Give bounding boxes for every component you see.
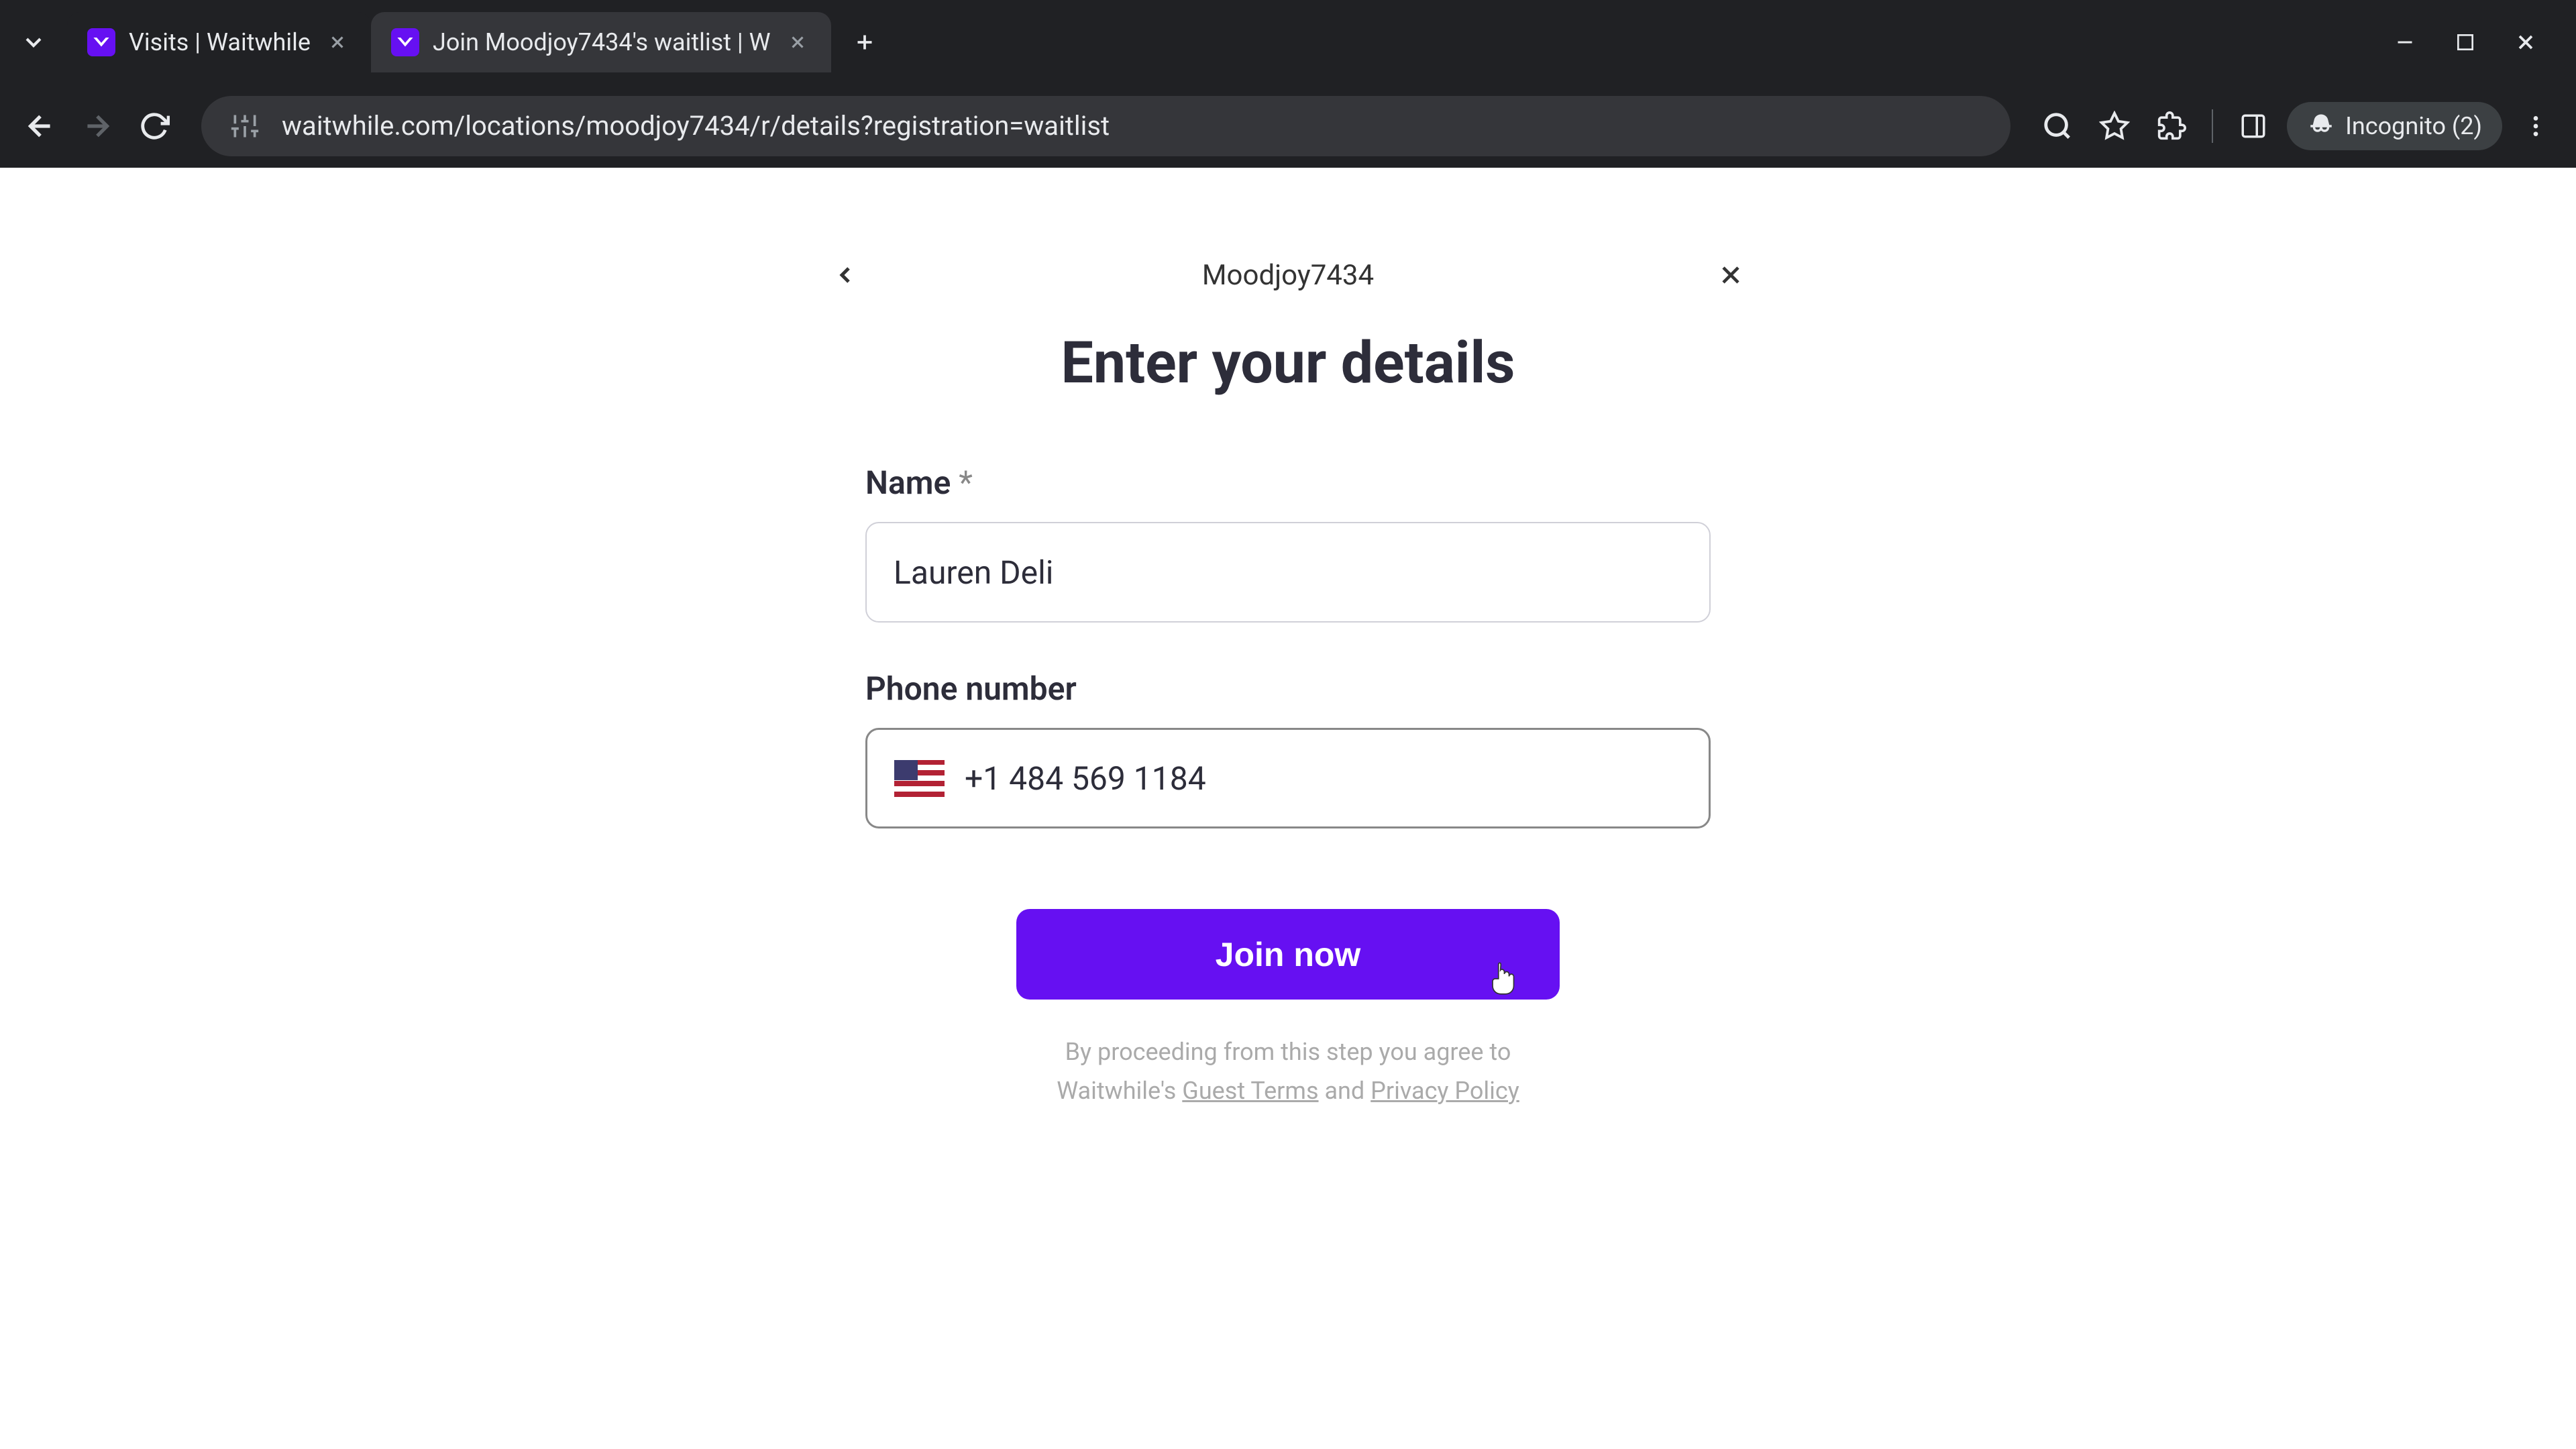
form-close-button[interactable] (1711, 255, 1751, 295)
page-title: Enter your details (812, 329, 1764, 396)
phone-input[interactable] (965, 759, 1682, 798)
close-icon (327, 32, 347, 52)
search-icon (2042, 111, 2073, 142)
location-name: Moodjoy7434 (1202, 259, 1374, 292)
tab-search-dropdown[interactable] (13, 22, 54, 62)
tab-title: Visits | Waitwhile (129, 28, 311, 56)
url-text: waitwhile.com/locations/moodjoy7434/r/de… (282, 110, 1984, 142)
phone-label: Phone number (865, 669, 1711, 708)
bookmark-button[interactable] (2091, 103, 2138, 150)
tune-icon (230, 111, 260, 141)
extension-icon (2157, 111, 2186, 141)
reload-button[interactable] (131, 103, 178, 150)
star-icon (2099, 111, 2130, 142)
chevron-down-icon (20, 29, 47, 56)
join-now-button[interactable]: Join now (1016, 909, 1560, 1000)
arrow-right-icon (80, 109, 114, 143)
favicon-icon (391, 28, 419, 56)
side-panel-button[interactable] (2230, 103, 2277, 150)
page-content: Moodjoy7434 Enter your details Name * Ph… (0, 168, 2576, 1449)
side-panel-icon (2239, 112, 2267, 140)
name-label: Name * (865, 464, 1711, 502)
site-settings-button[interactable] (228, 109, 262, 143)
tab-visits[interactable]: Visits | Waitwhile (67, 12, 371, 72)
form-header: Moodjoy7434 (812, 255, 1764, 295)
forward-button[interactable] (74, 103, 121, 150)
plus-icon (853, 30, 877, 54)
minimize-button[interactable] (2388, 25, 2422, 59)
minimize-icon (2393, 30, 2417, 54)
maximize-button[interactable] (2449, 25, 2482, 59)
more-vert-icon (2522, 113, 2549, 140)
address-bar[interactable]: waitwhile.com/locations/moodjoy7434/r/de… (201, 96, 2010, 156)
browser-chrome: Visits | Waitwhile Join Moodjoy7434's wa… (0, 0, 2576, 168)
cursor-pointer-icon (1488, 961, 1516, 996)
phone-input-wrapper[interactable] (865, 728, 1711, 828)
terms-text: By proceeding from this step you agree t… (865, 1033, 1711, 1110)
guest-terms-link[interactable]: Guest Terms (1182, 1077, 1318, 1105)
tab-close-button[interactable] (324, 29, 351, 56)
incognito-badge[interactable]: Incognito (2) (2287, 102, 2502, 150)
extensions-button[interactable] (2148, 103, 2195, 150)
close-window-button[interactable] (2509, 25, 2542, 59)
tab-title: Join Moodjoy7434's waitlist | W (433, 28, 771, 56)
close-icon (1716, 260, 1746, 290)
zoom-button[interactable] (2034, 103, 2081, 150)
form-container: Moodjoy7434 Enter your details Name * Ph… (812, 255, 1764, 1110)
form-fields: Name * Phone number (865, 464, 1711, 1110)
privacy-policy-link[interactable]: Privacy Policy (1371, 1077, 1519, 1105)
incognito-icon (2307, 112, 2335, 140)
tab-bar: Visits | Waitwhile Join Moodjoy7434's wa… (0, 0, 2576, 84)
incognito-label: Incognito (2) (2345, 112, 2482, 140)
favicon-icon (87, 28, 115, 56)
window-controls (2388, 25, 2563, 59)
close-icon (2514, 30, 2538, 54)
reload-icon (139, 111, 170, 142)
name-input[interactable] (865, 522, 1711, 623)
menu-button[interactable] (2512, 103, 2559, 150)
tab-close-button[interactable] (784, 29, 811, 56)
maximize-icon (2455, 32, 2476, 53)
arrow-left-icon (23, 109, 57, 143)
chevron-left-icon (832, 262, 859, 288)
required-mark: * (959, 464, 973, 502)
back-button[interactable] (17, 103, 64, 150)
close-icon (788, 32, 808, 52)
toolbar: waitwhile.com/locations/moodjoy7434/r/de… (0, 84, 2576, 168)
tab-join-waitlist[interactable]: Join Moodjoy7434's waitlist | W (371, 12, 831, 72)
us-flag-icon[interactable] (894, 760, 945, 797)
form-back-button[interactable] (825, 255, 865, 295)
new-tab-button[interactable] (845, 22, 885, 62)
toolbar-divider (2212, 109, 2213, 143)
